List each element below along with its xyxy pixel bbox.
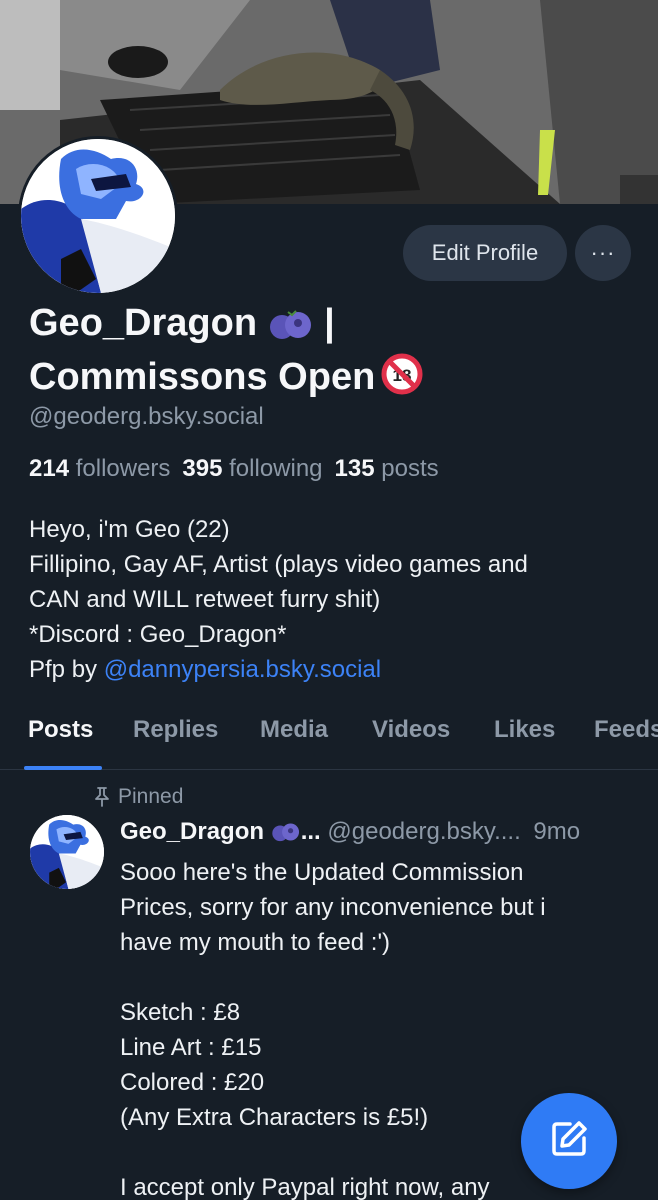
post-author-ellipsis: ... (300, 818, 321, 845)
bio-line: Pfp by @dannypersia.bsky.social (29, 652, 629, 687)
following-stat[interactable]: 395 following (182, 455, 322, 482)
followers-label: followers (75, 455, 171, 482)
profile-tabs: Posts Replies Media Videos Likes Feeds (0, 708, 658, 770)
tab-posts[interactable]: Posts (28, 716, 93, 744)
post-author-avatar[interactable] (30, 815, 104, 889)
bio-line: CAN and WILL retweet furry shit) (29, 586, 381, 613)
tab-likes[interactable]: Likes (494, 716, 555, 744)
following-count: 395 (182, 455, 223, 482)
post-author-handle[interactable]: @geoderg.bsky.... (327, 818, 520, 845)
bio-mention-link[interactable]: @dannypersia.bsky.social (104, 656, 381, 683)
post-timestamp[interactable]: 9mo (533, 818, 580, 845)
tab-videos[interactable]: Videos (372, 716, 450, 744)
bio-line: Fillipino, Gay AF, Artist (plays video g… (29, 551, 528, 578)
post-author-name[interactable]: Geo_Dragon (120, 818, 264, 845)
post-line: have my mouth to feed :') (120, 929, 391, 956)
compose-button[interactable] (521, 1093, 617, 1189)
more-options-icon: ··· (590, 240, 616, 265)
compose-icon (548, 1118, 590, 1165)
profile-handle: @geoderg.bsky.social (29, 403, 264, 430)
blueberry-emoji-icon (268, 305, 314, 353)
active-tab-indicator (24, 766, 102, 770)
profile-stats: 214 followers 395 following 135 posts (29, 455, 439, 483)
posts-count: 135 (334, 455, 375, 482)
post-line (120, 960, 640, 995)
pin-icon (92, 786, 112, 808)
display-name-text: Geo_Dragon (29, 302, 258, 344)
display-name-separator: | (324, 302, 335, 344)
post-line: Sooo here's the Updated Commission (120, 859, 524, 886)
profile-page: Edit Profile ··· Geo_Dragon | Commissons… (0, 0, 658, 1200)
avatar[interactable] (18, 136, 178, 296)
bio-line: Heyo, i'm Geo (22) (29, 516, 230, 543)
no-under-18-emoji-icon: 18 (381, 353, 423, 407)
blueberry-emoji-icon (271, 821, 301, 850)
display-name: Geo_Dragon | Commissons Open 18 (29, 299, 629, 407)
followers-count: 214 (29, 455, 70, 482)
post-line: Line Art : £15 (120, 1034, 262, 1061)
more-options-button[interactable]: ··· (575, 225, 631, 281)
post-header: Geo_Dragon ... @geoderg.bsky.... 9mo (120, 818, 580, 850)
bio-line: *Discord : Geo_Dragon* (29, 621, 287, 648)
pinned-label: Pinned (118, 785, 184, 808)
post-line: Sketch : £8 (120, 999, 241, 1026)
edit-profile-button[interactable]: Edit Profile (403, 225, 567, 281)
followers-stat[interactable]: 214 followers (29, 455, 170, 482)
posts-label: posts (381, 455, 439, 482)
profile-bio: Heyo, i'm Geo (22) Fillipino, Gay AF, Ar… (29, 512, 629, 687)
pinned-indicator: Pinned (92, 785, 183, 809)
posts-stat: 135 posts (335, 455, 439, 482)
tab-media[interactable]: Media (260, 716, 328, 744)
tab-feeds[interactable]: Feeds (594, 716, 658, 744)
following-label: following (229, 455, 323, 482)
display-name-line2: Commissons Open (29, 356, 376, 398)
bio-pfp-credit-prefix: Pfp by (29, 656, 104, 683)
post-line: Prices, sorry for any inconvenience but … (120, 894, 546, 921)
tab-replies[interactable]: Replies (133, 716, 218, 744)
